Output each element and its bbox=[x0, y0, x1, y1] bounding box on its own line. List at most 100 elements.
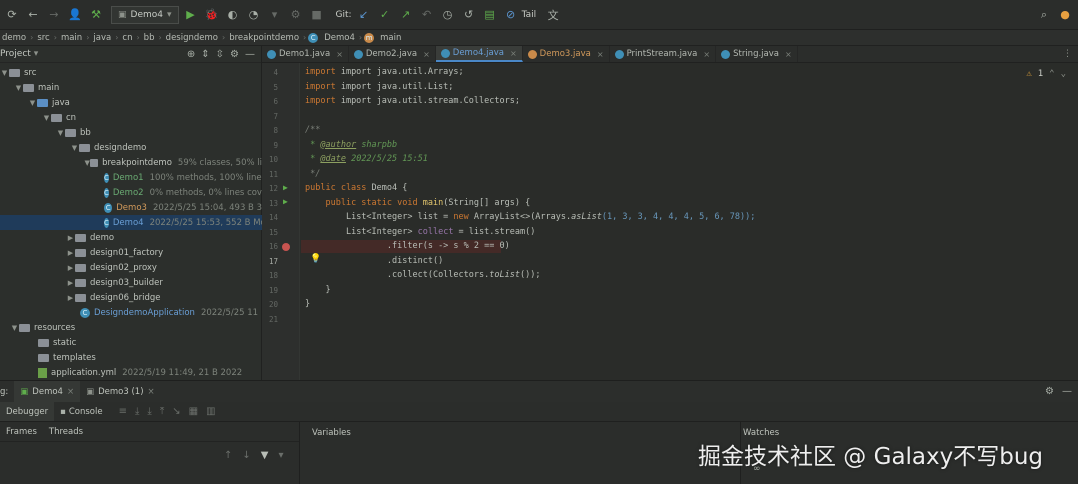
tab-frames[interactable]: Frames bbox=[0, 422, 43, 441]
back-icon[interactable]: ← bbox=[24, 6, 42, 24]
evaluate-icon[interactable]: ▦ bbox=[189, 406, 198, 417]
chevron-right-icon[interactable]: ▶ bbox=[66, 294, 75, 302]
chevron-down-icon[interactable]: ▾ bbox=[34, 49, 39, 59]
tree-item-design03-builder[interactable]: ▶ design03_builder bbox=[0, 275, 262, 290]
breadcrumb-item[interactable]: cn bbox=[120, 33, 134, 43]
close-icon[interactable]: × bbox=[423, 50, 430, 59]
code-editor[interactable]: 4 5 6 7 8 9 10 11 12 13 14 15 16 17 18 1… bbox=[262, 63, 1078, 380]
translate-icon[interactable]: 文 bbox=[544, 6, 562, 24]
disable-icon[interactable]: ⊘ bbox=[502, 6, 520, 24]
debug-icon[interactable]: 🐞 bbox=[203, 6, 221, 24]
run-gutter-icon[interactable]: ▶ bbox=[283, 197, 288, 206]
user-icon[interactable]: 👤 bbox=[66, 6, 84, 24]
breakpoint-icon[interactable] bbox=[282, 243, 290, 251]
chevron-up-icon[interactable]: ⌃ bbox=[1049, 69, 1054, 79]
coverage-icon[interactable]: ◐ bbox=[224, 6, 242, 24]
settings-plugin-icon[interactable]: ● bbox=[1056, 6, 1074, 24]
close-icon[interactable]: × bbox=[510, 49, 517, 58]
filter-icon[interactable]: ▼ bbox=[261, 450, 269, 461]
close-icon[interactable]: × bbox=[67, 387, 74, 397]
build-hammer-icon[interactable]: ⚒ bbox=[87, 6, 105, 24]
chevron-right-icon[interactable]: ▶ bbox=[66, 249, 75, 257]
close-icon[interactable]: × bbox=[703, 50, 710, 59]
breadcrumb-item[interactable]: Demo4 bbox=[322, 33, 357, 43]
step-over-icon[interactable]: ≡ bbox=[119, 406, 127, 417]
close-icon[interactable]: × bbox=[597, 50, 604, 59]
inspection-widget[interactable]: ⚠ 1 ⌃ ⌄ bbox=[1026, 69, 1066, 79]
more-run-icon[interactable]: ▾ bbox=[266, 6, 284, 24]
arrow-up-icon[interactable]: ↑ bbox=[224, 450, 232, 461]
breadcrumb-item[interactable]: bb bbox=[142, 33, 157, 43]
tree-item-static[interactable]: static bbox=[0, 335, 262, 350]
run-icon[interactable]: ▶ bbox=[182, 6, 200, 24]
debug-session-demo4[interactable]: ▣ Demo4 × bbox=[14, 381, 81, 402]
breadcrumb-item[interactable]: main bbox=[378, 33, 403, 43]
editor-gutter[interactable]: 4 5 6 7 8 9 10 11 12 13 14 15 16 17 18 1… bbox=[262, 63, 300, 380]
rollback-icon[interactable]: ↺ bbox=[460, 6, 478, 24]
close-icon[interactable]: × bbox=[785, 50, 792, 59]
sync-icon[interactable]: ⟳ bbox=[3, 6, 21, 24]
tree-item-design02-proxy[interactable]: ▶ design02_proxy bbox=[0, 260, 262, 275]
tab-debugger[interactable]: Debugger bbox=[0, 402, 55, 421]
tree-item-templates[interactable]: templates bbox=[0, 350, 262, 365]
minimize-icon[interactable]: — bbox=[245, 49, 255, 60]
tree-item-application-yml[interactable]: application.yml 2022/5/19 11:49, 21 B 20… bbox=[0, 365, 262, 380]
tree-item-src[interactable]: ▼ src bbox=[0, 65, 262, 80]
chevron-down-icon[interactable]: ▼ bbox=[0, 69, 9, 77]
tab-demo2[interactable]: Demo2.java × bbox=[349, 46, 436, 62]
chevron-down-icon[interactable]: ▼ bbox=[70, 144, 79, 152]
git-commit-icon[interactable]: ✓ bbox=[376, 6, 394, 24]
tree-item-breakpointdemo[interactable]: ▼ breakpointdemo 59% classes, 50% li bbox=[0, 155, 262, 170]
chevron-down-icon[interactable]: ▼ bbox=[10, 324, 19, 332]
build-icon[interactable]: ⚙ bbox=[287, 6, 305, 24]
tree-item-demo1[interactable]: C Demo1 100% methods, 100% lines bbox=[0, 170, 266, 185]
tree-item-demo2[interactable]: C Demo2 0% methods, 0% lines cover bbox=[0, 185, 271, 200]
tab-printstream[interactable]: PrintStream.java × bbox=[610, 46, 717, 62]
forward-icon[interactable]: → bbox=[45, 6, 63, 24]
tree-item-bb[interactable]: ▼ bb bbox=[0, 125, 262, 140]
chevron-down-icon[interactable]: ▼ bbox=[28, 99, 37, 107]
more-tabs-icon[interactable]: ⋮ bbox=[1063, 46, 1078, 62]
chevron-down-icon[interactable]: ▼ bbox=[42, 114, 51, 122]
history-icon[interactable]: ◷ bbox=[439, 6, 457, 24]
layout-icon[interactable]: ▥ bbox=[206, 406, 215, 417]
tree-item-main[interactable]: ▼ main bbox=[0, 80, 262, 95]
locate-icon[interactable]: ⊕ bbox=[187, 49, 195, 60]
git-push-icon[interactable]: ↗ bbox=[397, 6, 415, 24]
git-pull-icon[interactable]: ↶ bbox=[418, 6, 436, 24]
tree-item-demo4[interactable]: C Demo4 2022/5/25 15:53, 552 B Mo bbox=[0, 215, 266, 230]
tab-threads[interactable]: Threads bbox=[43, 422, 89, 441]
search-icon[interactable]: ⌕ bbox=[1035, 6, 1053, 24]
tree-item-designdemo-application[interactable]: C DesigndemoApplication 2022/5/25 11 bbox=[0, 305, 262, 320]
run-config-selector[interactable]: ▣ Demo4 ▾ bbox=[111, 5, 179, 24]
chevron-right-icon[interactable]: ▶ bbox=[66, 234, 75, 242]
run-gutter-icon[interactable]: ▶ bbox=[283, 183, 288, 192]
tree-item-demo[interactable]: ▶ demo bbox=[0, 230, 262, 245]
tab-demo4[interactable]: Demo4.java × bbox=[435, 46, 523, 62]
run-to-cursor-icon[interactable]: ↘ bbox=[172, 406, 180, 417]
gear-icon[interactable]: ⚙ bbox=[230, 49, 239, 60]
gear-icon[interactable]: ⚙ bbox=[1045, 386, 1062, 397]
chevron-down-icon[interactable]: ▼ bbox=[56, 129, 65, 137]
chevron-down-icon[interactable]: ▼ bbox=[14, 84, 23, 92]
profile-icon[interactable]: ◔ bbox=[245, 6, 263, 24]
tree-item-resources[interactable]: ▼ resources bbox=[0, 320, 262, 335]
tree-item-java[interactable]: ▼ java bbox=[0, 95, 262, 110]
close-icon[interactable]: × bbox=[336, 50, 343, 59]
breadcrumb-item[interactable]: designdemo bbox=[164, 33, 220, 43]
chevron-down-icon[interactable]: ⌄ bbox=[1061, 69, 1066, 79]
collapse-all-icon[interactable]: ⇳ bbox=[216, 49, 224, 60]
chevron-right-icon[interactable]: ▶ bbox=[66, 264, 75, 272]
tab-console[interactable]: ▪ Console bbox=[54, 402, 109, 421]
chevron-right-icon[interactable]: ▶ bbox=[66, 279, 75, 287]
breadcrumb-item[interactable]: src bbox=[35, 33, 51, 43]
tree-item-design06-bridge[interactable]: ▶ design06_bridge bbox=[0, 290, 262, 305]
tab-string[interactable]: String.java × bbox=[716, 46, 798, 62]
tree-item-designdemo[interactable]: ▼ designdemo bbox=[0, 140, 262, 155]
minimize-icon[interactable]: — bbox=[1062, 386, 1078, 397]
breadcrumb-item[interactable]: java bbox=[91, 33, 113, 43]
tree-item-cn[interactable]: ▼ cn bbox=[0, 110, 262, 125]
project-panel-title[interactable]: Project bbox=[0, 49, 31, 59]
breadcrumb-item[interactable]: breakpointdemo bbox=[227, 33, 301, 43]
close-icon[interactable]: × bbox=[148, 387, 155, 397]
